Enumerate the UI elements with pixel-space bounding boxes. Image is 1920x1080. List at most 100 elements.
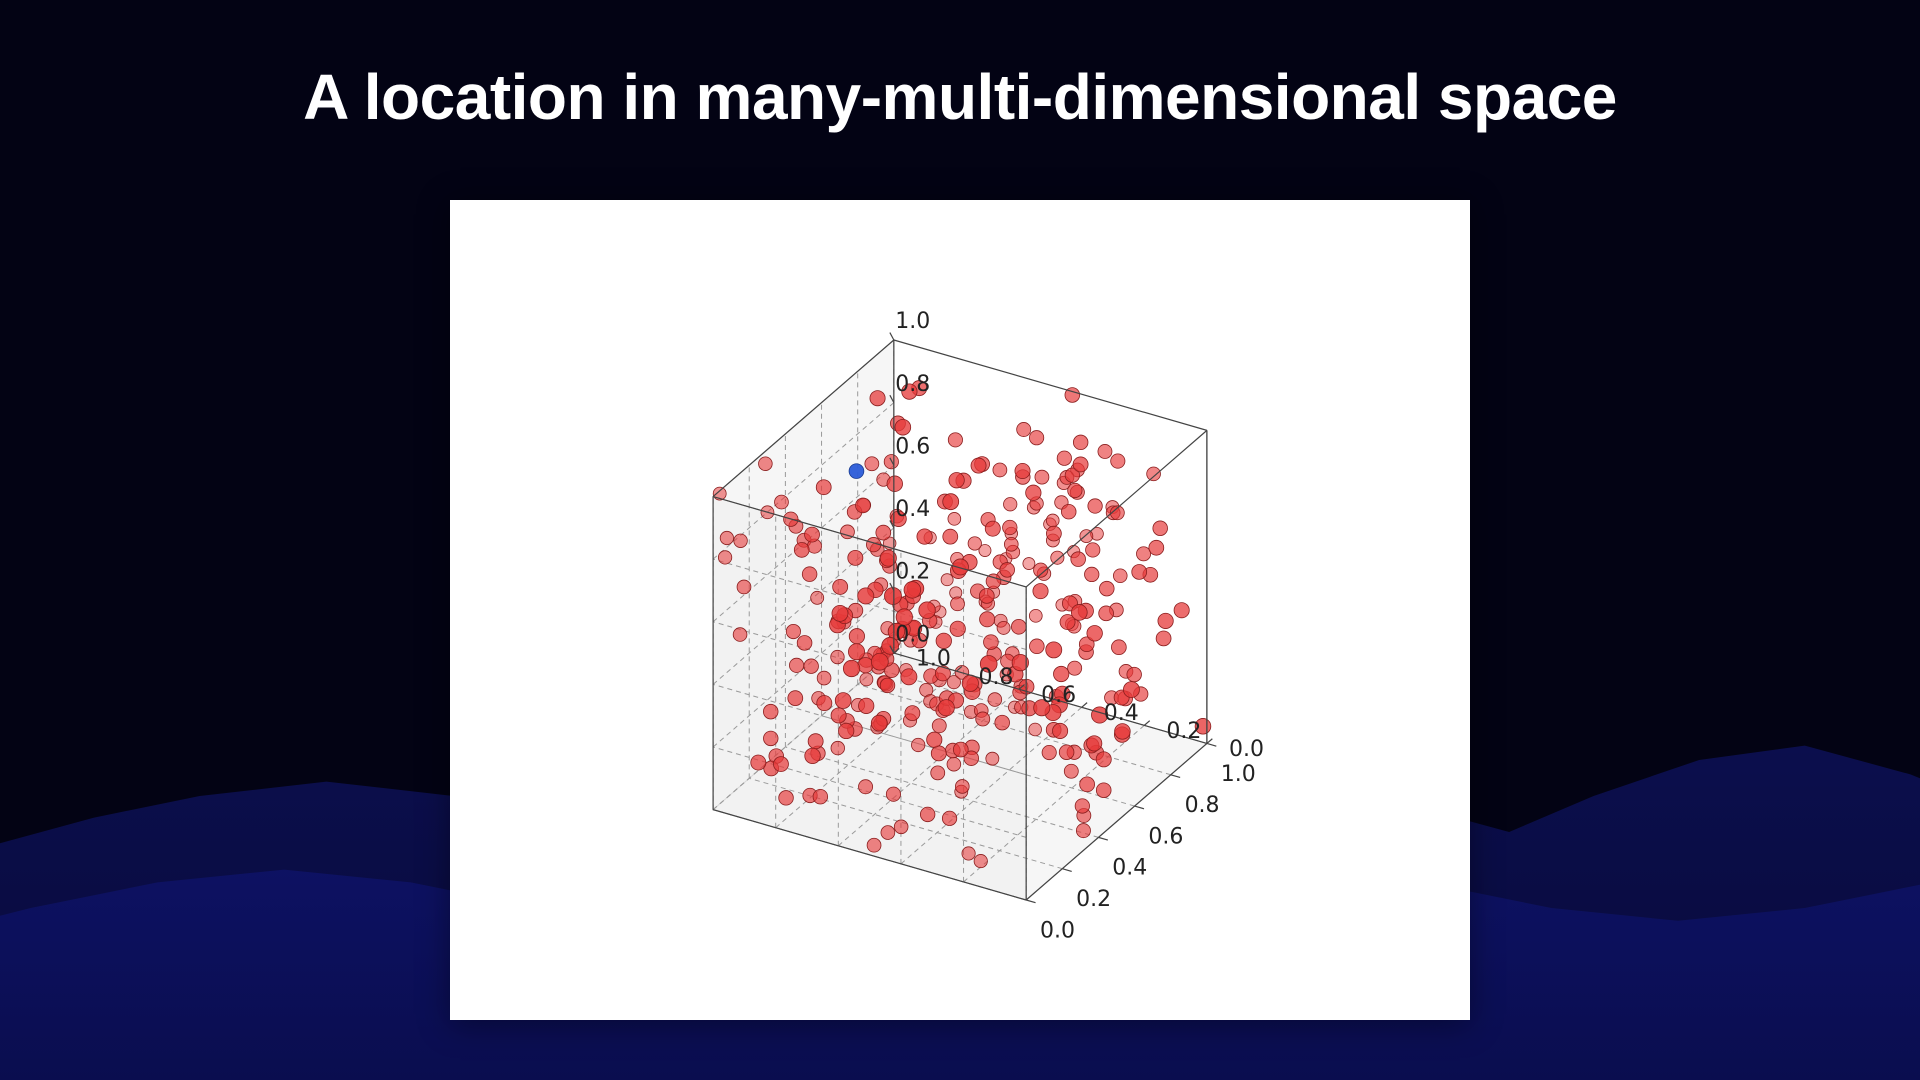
scatter-point	[1123, 682, 1139, 698]
scatter-point	[805, 748, 821, 764]
y-tick-label: 0.2	[1166, 719, 1201, 744]
slide-title: A location in many-multi-dimensional spa…	[0, 60, 1920, 134]
scatter-point	[1113, 569, 1127, 583]
scatter-point	[1029, 431, 1043, 445]
scatter-point	[867, 838, 881, 852]
scatter-point	[1149, 540, 1164, 555]
scatter-point	[859, 698, 874, 713]
scatter-point	[1011, 619, 1026, 634]
scatter-point	[1111, 454, 1125, 468]
scatter-point	[1075, 799, 1089, 813]
scatter-point	[831, 650, 845, 664]
scatter-point	[951, 597, 965, 611]
scatter-3d-chart: 0.00.20.40.60.81.00.00.20.40.60.81.00.00…	[450, 200, 1470, 1020]
scatter-point	[1068, 661, 1082, 675]
scatter-point	[763, 731, 778, 746]
scatter-point	[858, 657, 873, 672]
scatter-point	[971, 458, 986, 473]
scatter-point	[1080, 777, 1095, 792]
scatter-point	[1174, 603, 1189, 618]
scatter-point	[860, 673, 873, 686]
scatter-point	[942, 811, 956, 825]
z-tick-label: 0.0	[895, 622, 930, 647]
scatter-point	[802, 567, 817, 582]
scatter-point	[843, 660, 859, 676]
scatter-point	[943, 494, 959, 510]
scatter-point	[1076, 824, 1090, 838]
scatter-point	[816, 480, 831, 495]
scatter-point	[1035, 470, 1049, 484]
scatter-point	[976, 712, 990, 726]
scatter-point	[1064, 764, 1078, 778]
scatter-point	[1029, 723, 1042, 736]
z-tick-label: 0.8	[895, 372, 930, 397]
scatter-point	[1098, 444, 1112, 458]
scatter-point	[848, 550, 863, 565]
scatter-point	[995, 715, 1010, 730]
scatter-point	[986, 752, 999, 765]
slide: A location in many-multi-dimensional spa…	[0, 0, 1920, 1080]
x-tick-label: 0.8	[1185, 793, 1220, 818]
highlight-point	[849, 464, 864, 479]
z-tick-label: 1.0	[895, 309, 930, 334]
scatter-point	[984, 635, 999, 650]
scatter-point	[927, 732, 942, 747]
scatter-point	[718, 551, 731, 564]
scatter-point	[737, 580, 751, 594]
scatter-point	[871, 715, 887, 731]
scatter-point	[887, 476, 903, 492]
scatter-point	[751, 755, 766, 770]
scatter-point	[1085, 567, 1099, 581]
scatter-point	[1042, 745, 1056, 759]
scatter-point	[968, 537, 981, 550]
scatter-point	[948, 433, 962, 447]
scatter-point	[1073, 457, 1088, 472]
scatter-point	[1053, 666, 1068, 681]
scatter-point	[1153, 521, 1168, 536]
scatter-point	[1127, 667, 1142, 682]
scatter-point	[993, 463, 1007, 477]
scatter-point	[949, 473, 964, 488]
scatter-point	[876, 525, 891, 540]
scatter-point	[1087, 626, 1103, 642]
scatter-point	[938, 700, 954, 716]
scatter-point	[839, 723, 854, 738]
scatter-point	[880, 678, 895, 693]
scatter-point	[1023, 558, 1035, 570]
scatter-point	[947, 757, 961, 771]
scatter-point	[871, 653, 888, 670]
scatter-point	[775, 495, 789, 509]
scatter-point	[1004, 537, 1018, 551]
scatter-point	[1026, 485, 1041, 500]
scatter-point	[1071, 552, 1086, 567]
scatter-point	[1137, 547, 1151, 561]
scatter-point	[997, 621, 1010, 634]
scatter-point	[794, 542, 809, 557]
scatter-point	[1059, 745, 1074, 760]
x-tick-label: 0.4	[1112, 856, 1147, 881]
scatter-point	[1046, 642, 1062, 658]
scatter-point	[832, 605, 848, 621]
scatter-point	[955, 780, 969, 794]
scatter-point	[858, 588, 874, 604]
scatter-point	[920, 807, 935, 822]
scatter-point	[943, 529, 958, 544]
scatter-point	[901, 669, 917, 685]
y-tick-label: 0.0	[1229, 737, 1264, 762]
y-tick-label: 0.6	[1041, 683, 1076, 708]
scatter-point	[1061, 504, 1076, 519]
scatter-point	[1004, 498, 1017, 511]
x-tick-label: 0.6	[1148, 824, 1183, 849]
scatter-point	[895, 419, 911, 435]
scatter-point	[865, 457, 879, 471]
scatter-point	[881, 826, 895, 840]
scatter-point	[1099, 606, 1114, 621]
scatter-point	[763, 704, 778, 719]
scatter-point	[817, 671, 831, 685]
scatter-point	[733, 628, 747, 642]
scatter-point	[1003, 520, 1018, 535]
scatter-point	[962, 847, 975, 860]
scatter-point	[985, 521, 1000, 536]
scatter-point	[759, 457, 773, 471]
scatter-point	[1071, 604, 1087, 620]
